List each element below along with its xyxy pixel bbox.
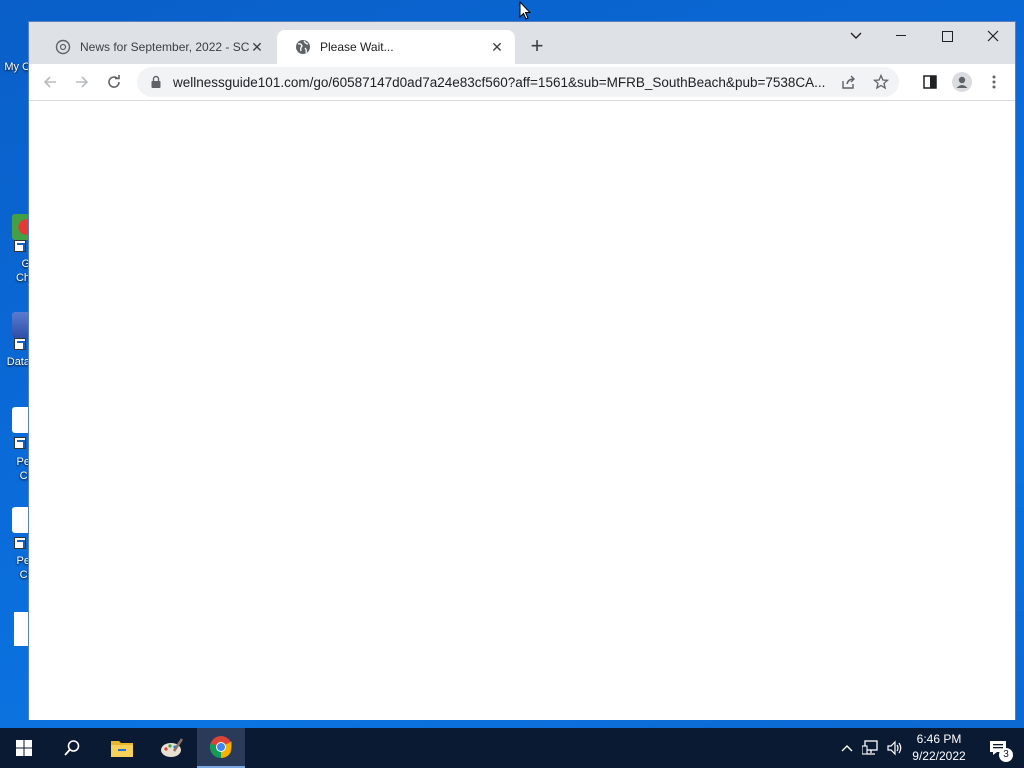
desktop-icon-label: Pe Cl (16, 456, 30, 482)
url-text: wellnessguide101.com/go/60587147d0ad7a24… (173, 74, 826, 90)
desktop-icon-label: Pe Cl (16, 555, 30, 581)
side-panel-button[interactable] (916, 68, 944, 96)
chrome-icon (209, 736, 232, 758)
chevron-up-icon (841, 745, 853, 752)
desktop-icon-google-chrome[interactable]: G Ch (0, 210, 32, 290)
mouse-cursor-icon (519, 1, 531, 20)
chevron-down-icon (850, 32, 862, 39)
shortcut-arrow-icon (14, 537, 26, 549)
desktop-icon-label: Data (6, 356, 30, 368)
desktop-icon-data[interactable]: Data (0, 310, 32, 380)
desktop-icon-my-computer[interactable]: My C (0, 8, 30, 78)
desktop-icon-notepad[interactable] (0, 612, 30, 648)
taskbar-file-explorer[interactable] (98, 728, 146, 768)
new-tab-button[interactable]: + (526, 35, 548, 58)
desktop-icon-label: G Ch (15, 258, 30, 284)
star-icon[interactable] (873, 74, 889, 90)
profile-button[interactable] (948, 68, 976, 96)
search-button[interactable] (48, 728, 96, 768)
close-window-button[interactable] (970, 22, 1016, 50)
address-bar[interactable]: wellnessguide101.com/go/60587147d0ad7a24… (137, 67, 899, 97)
windows-logo-icon (16, 740, 32, 756)
back-button[interactable] (36, 68, 64, 96)
close-icon (987, 30, 999, 42)
arrow-right-icon (76, 76, 89, 88)
share-icon[interactable] (841, 74, 857, 90)
taskbar-chrome[interactable] (197, 728, 245, 768)
maximize-button[interactable] (924, 22, 970, 50)
minimize-button[interactable] (878, 22, 924, 50)
search-icon (64, 740, 80, 756)
folder-icon (111, 741, 133, 757)
maximize-icon (941, 30, 953, 42)
page-content[interactable] (29, 101, 1015, 720)
globe-icon (296, 40, 310, 54)
side-panel-icon (923, 75, 937, 89)
action-center-button[interactable]: 3 (978, 728, 1018, 768)
start-button[interactable] (0, 728, 48, 768)
reload-button[interactable] (100, 68, 128, 96)
close-tab-icon[interactable]: ✕ (249, 39, 265, 55)
clock-date: 9/22/2022 (912, 749, 966, 763)
tab-title: Please Wait... (320, 40, 394, 54)
desktop-icon-label: My C (4, 61, 30, 73)
tab-scp-news[interactable]: News for September, 2022 - SCP ✕ (37, 30, 275, 64)
forward-button[interactable] (68, 68, 96, 96)
shortcut-arrow-icon (14, 338, 26, 350)
tab-strip: News for September, 2022 - SCP ✕ Please … (29, 22, 1015, 64)
show-hidden-icons-button[interactable] (838, 728, 856, 768)
tab-title: News for September, 2022 - SCP (80, 40, 249, 54)
taskbar: 6:46 PM 9/22/2022 3 (0, 728, 1024, 768)
tab-search-button[interactable] (833, 22, 879, 50)
close-tab-icon[interactable]: ✕ (489, 39, 505, 55)
lock-icon (151, 75, 161, 88)
menu-button[interactable] (980, 68, 1008, 96)
more-vertical-icon (992, 75, 996, 89)
notification-count-badge: 3 (999, 748, 1013, 762)
network-icon (862, 740, 878, 755)
scp-icon (55, 39, 71, 55)
arrow-left-icon (43, 76, 56, 88)
volume-button[interactable] (884, 728, 906, 768)
taskbar-paint[interactable] (148, 728, 196, 768)
speaker-icon (887, 740, 902, 756)
browser-window: News for September, 2022 - SCP ✕ Please … (28, 21, 1016, 720)
reload-icon (108, 75, 120, 88)
avatar-icon (952, 72, 972, 92)
tab-please-wait[interactable]: Please Wait... ✕ (277, 30, 515, 64)
shortcut-arrow-icon (14, 437, 26, 449)
clock-time: 6:46 PM (916, 732, 962, 746)
minimize-icon (896, 35, 906, 36)
browser-toolbar: wellnessguide101.com/go/60587147d0ad7a24… (29, 64, 1015, 101)
paint-icon (161, 738, 184, 757)
desktop-icon-pe-1[interactable]: Pe Cl (0, 405, 32, 485)
network-button[interactable] (860, 728, 882, 768)
clock[interactable]: 6:46 PM 9/22/2022 (906, 731, 972, 765)
desktop-icon-pe-2[interactable]: Pe Cl (0, 505, 32, 585)
shortcut-arrow-icon (14, 240, 26, 252)
